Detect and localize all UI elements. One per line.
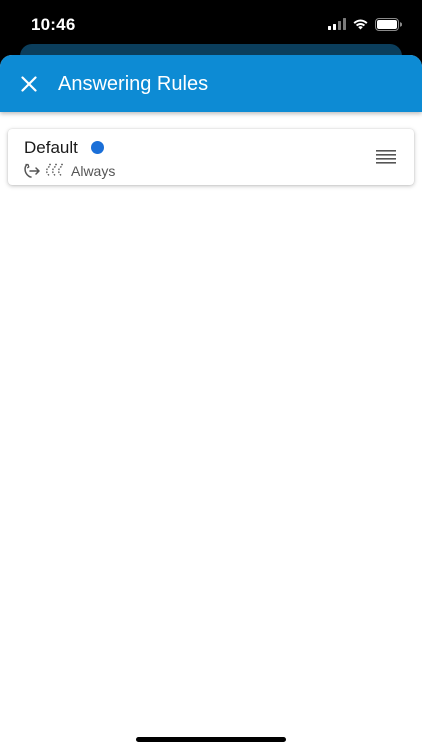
status-time: 10:46 [31, 15, 76, 34]
rule-schedule: Always [71, 163, 116, 179]
drag-handle-icon[interactable] [376, 150, 396, 164]
rule-name: Default [24, 138, 78, 157]
close-button[interactable] [14, 69, 44, 99]
battery-icon [375, 17, 402, 31]
rule-card-default[interactable]: Default Always [8, 129, 414, 185]
home-indicator [136, 737, 286, 742]
screen: 10:46 Answering Rules Default Always [0, 0, 422, 750]
ring-sequence-icon [46, 163, 63, 177]
close-icon [21, 76, 37, 92]
wifi-icon [353, 19, 368, 30]
header-bar: Answering Rules [0, 55, 422, 112]
page-title: Answering Rules [58, 73, 209, 95]
status-bar: 10:46 [0, 0, 422, 50]
rule-status-dot [91, 141, 104, 154]
rule-details: Always [23, 162, 115, 180]
call-forward-icon [24, 163, 40, 178]
answering-rules-sheet: Answering Rules Default Always [0, 55, 422, 750]
status-icons [328, 16, 402, 32]
cellular-signal-icon [328, 18, 346, 30]
